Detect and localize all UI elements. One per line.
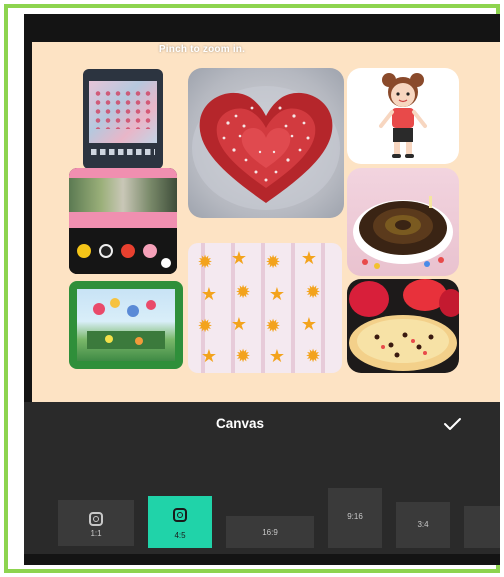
star-shape: ✹ [197, 316, 213, 336]
pizza-image [349, 279, 459, 371]
photo-kids-painting[interactable] [69, 281, 183, 369]
chocolate-cake-image [353, 196, 453, 269]
photo-emoji-collage[interactable] [69, 168, 177, 274]
ratio-3-4-button[interactable]: 3:4 [396, 502, 450, 548]
app-screen: Pinch to zoom in. ✹ ★ ✹ ★ ★ ✹ ★ ✹ ✹ ★ ✹ … [24, 14, 500, 565]
ratio-label: 4:5 [174, 531, 186, 540]
ratio-16-9-button[interactable]: 16:9 [226, 516, 314, 548]
collage-emoji-row [69, 228, 177, 274]
photo-phone-screenshot[interactable] [83, 69, 163, 169]
collage-window-photo [69, 178, 177, 212]
bottom-strip [24, 554, 500, 565]
canvas-panel: Canvas 1:1 4:5 16:9 9:16 3:4 [24, 402, 500, 565]
star-shape: ✹ [305, 346, 321, 366]
ratio-4-5-button[interactable]: 4:5 [148, 496, 212, 548]
photo-balloons-pizza[interactable] [347, 279, 459, 373]
star-shape: ★ [300, 248, 318, 268]
star-shape: ✹ [235, 282, 251, 302]
emoji-icon [121, 244, 135, 258]
photo-heart-cake[interactable] [188, 68, 344, 218]
star-shape: ★ [268, 346, 286, 366]
ratio-1-1-button[interactable]: 1:1 [58, 500, 134, 546]
ratio-more-button[interactable] [464, 506, 500, 548]
phone-dots-pattern [93, 89, 153, 129]
instagram-icon [89, 512, 103, 526]
check-icon [444, 418, 461, 430]
star-shape: ✹ [265, 316, 281, 336]
collage-canvas[interactable]: Pinch to zoom in. ✹ ★ ✹ ★ ★ ✹ ★ ✹ ✹ ★ ✹ … [32, 42, 500, 402]
star-shape: ★ [268, 284, 286, 304]
doll-image [379, 73, 427, 158]
instagram-icon [173, 508, 187, 522]
clock-icon [161, 258, 171, 268]
photo-star-sheet[interactable]: ✹ ★ ✹ ★ ★ ✹ ★ ✹ ✹ ★ ✹ ★ ★ ✹ ★ ✹ [188, 243, 342, 373]
star-shape: ★ [230, 314, 248, 334]
emoji-icon [77, 244, 91, 258]
star-shape: ★ [230, 248, 248, 268]
emoji-icon [143, 244, 157, 258]
photo-cartoon-doll[interactable] [347, 68, 459, 164]
star-shape: ✹ [197, 252, 213, 272]
star-shape: ✹ [235, 346, 251, 366]
ratio-label: 3:4 [417, 520, 429, 529]
emoji-icon [99, 244, 113, 258]
collage-pink-band-2 [69, 212, 177, 228]
heart-cake-image [192, 86, 340, 210]
ratio-9-16-button[interactable]: 9:16 [328, 488, 382, 548]
star-shape: ★ [300, 314, 318, 334]
ratio-label: 16:9 [262, 528, 278, 537]
star-shape: ★ [200, 284, 218, 304]
confirm-button[interactable] [436, 410, 468, 436]
collage-pink-band [69, 168, 177, 178]
top-bar [24, 14, 500, 42]
ratio-label: 9:16 [347, 512, 363, 521]
ratio-label: 1:1 [90, 529, 102, 538]
phone-icon-row [91, 149, 155, 155]
star-shape: ✹ [305, 282, 321, 302]
pinch-hint: Pinch to zoom in. [158, 44, 246, 55]
photo-chocolate-cake[interactable] [347, 168, 459, 276]
star-shape: ★ [200, 346, 218, 366]
panel-title: Canvas [215, 416, 265, 431]
star-shape: ✹ [265, 252, 281, 272]
painting-details [87, 298, 165, 349]
